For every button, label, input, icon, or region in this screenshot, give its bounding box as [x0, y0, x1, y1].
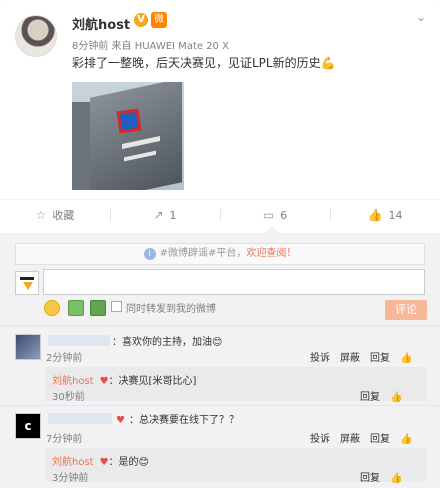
weibo-post-card: 刘航host V 微 ⌄ 8分钟前 来自 HUAWEI Mate 20 X 彩排… [0, 0, 440, 488]
commenter-name-redacted[interactable] [48, 413, 112, 424]
reply-text: ：决赛见[米哥比心] [108, 376, 197, 387]
comment-time: 2分钟前 [46, 353, 83, 364]
comment-like-button[interactable]: 👍 [400, 353, 412, 364]
comment-input[interactable] [43, 269, 425, 295]
author-name[interactable]: 刘航host [72, 14, 130, 33]
reply-line: 刘航host ♥：是的😊 [52, 453, 149, 468]
commenter-name-redacted[interactable] [48, 335, 110, 346]
block-link[interactable]: 屏蔽 [340, 434, 360, 445]
my-avatar [15, 271, 39, 295]
comment-text: ♥ ：总决赛要在线下了？？ [116, 415, 239, 426]
forward-label: 同时转发到我的微博 [126, 304, 216, 315]
notice-bar: i #微博辟谣#平台，欢迎查阅！ [15, 243, 425, 265]
reply-time: 30秒前 [52, 392, 85, 403]
divider [0, 405, 440, 406]
divider [0, 325, 440, 326]
post-meta: 8分钟前 来自 HUAWEI Mate 20 X [72, 41, 229, 52]
reply-like-button[interactable]: 👍 [390, 392, 402, 403]
commenter-avatar[interactable] [15, 334, 41, 360]
emoji-icon[interactable] [44, 300, 60, 316]
comment-button[interactable]: ▭ 6 [220, 204, 330, 226]
weibo-badge-icon: 微 [151, 12, 167, 28]
block-link[interactable]: 屏蔽 [340, 353, 360, 364]
comment-actions: 投诉 屏蔽 回复 👍 [300, 430, 412, 445]
building [90, 82, 182, 190]
verified-heart-icon: ♥ [99, 376, 109, 387]
reply-link[interactable]: 回复 [370, 353, 390, 364]
comment-time: 7分钟前 [46, 434, 83, 445]
comment-actions: 投诉 屏蔽 回复 👍 [300, 349, 412, 364]
reply-link[interactable]: 回复 [360, 473, 380, 484]
post-image[interactable] [72, 82, 184, 190]
repost-icon: ↗ [153, 208, 164, 222]
comment-text: ：喜欢你的主持，加油😊 [112, 337, 223, 348]
reply-link[interactable]: 回复 [370, 434, 390, 445]
reply-line: 刘航host ♥：决赛见[米哥比心] [52, 372, 196, 387]
verified-heart-icon: ♥ [99, 457, 109, 468]
repost-button[interactable]: ↗ 1 [110, 204, 220, 226]
reply-author[interactable]: 刘航host [52, 457, 94, 468]
reply-link[interactable]: 回复 [360, 392, 380, 403]
thumbs-up-icon: 👍 [367, 208, 383, 222]
divider [0, 199, 440, 200]
favorite-button[interactable]: ☆ 收藏 [0, 204, 110, 226]
comment-icon: ▭ [262, 208, 275, 222]
image-icon[interactable] [68, 300, 84, 316]
forward-checkbox[interactable] [111, 301, 122, 312]
like-button[interactable]: 👍 14 [330, 204, 440, 226]
reply-author[interactable]: 刘航host [52, 376, 94, 387]
post-text: 彩排了一整晚，后天决赛见，见证LPL新的历史💪 [72, 56, 336, 70]
comment-like-button[interactable]: 👍 [400, 434, 412, 445]
info-icon: i [143, 248, 156, 260]
commenter-avatar[interactable]: c [15, 413, 41, 439]
comment-panel-pointer [265, 226, 279, 233]
reply-actions: 回复 👍 [350, 388, 402, 403]
submit-comment-button[interactable]: 评论 [385, 300, 427, 320]
verified-heart-icon: ♥ [116, 415, 125, 426]
reply-time: 3分钟前 [52, 473, 89, 484]
vip-icon: V [134, 13, 148, 27]
building-logo [116, 108, 142, 134]
reply-text: ：是的😊 [108, 457, 149, 468]
report-link[interactable]: 投诉 [310, 353, 330, 364]
reply-actions: 回复 👍 [350, 469, 402, 484]
notice-link[interactable]: 欢迎查阅！ [246, 248, 296, 259]
chevron-down-icon[interactable]: ⌄ [416, 10, 426, 24]
report-link[interactable]: 投诉 [310, 434, 330, 445]
star-icon: ☆ [35, 208, 47, 222]
reply-like-button[interactable]: 👍 [390, 473, 402, 484]
author-avatar[interactable] [15, 15, 57, 57]
picture-icon[interactable] [90, 300, 106, 316]
